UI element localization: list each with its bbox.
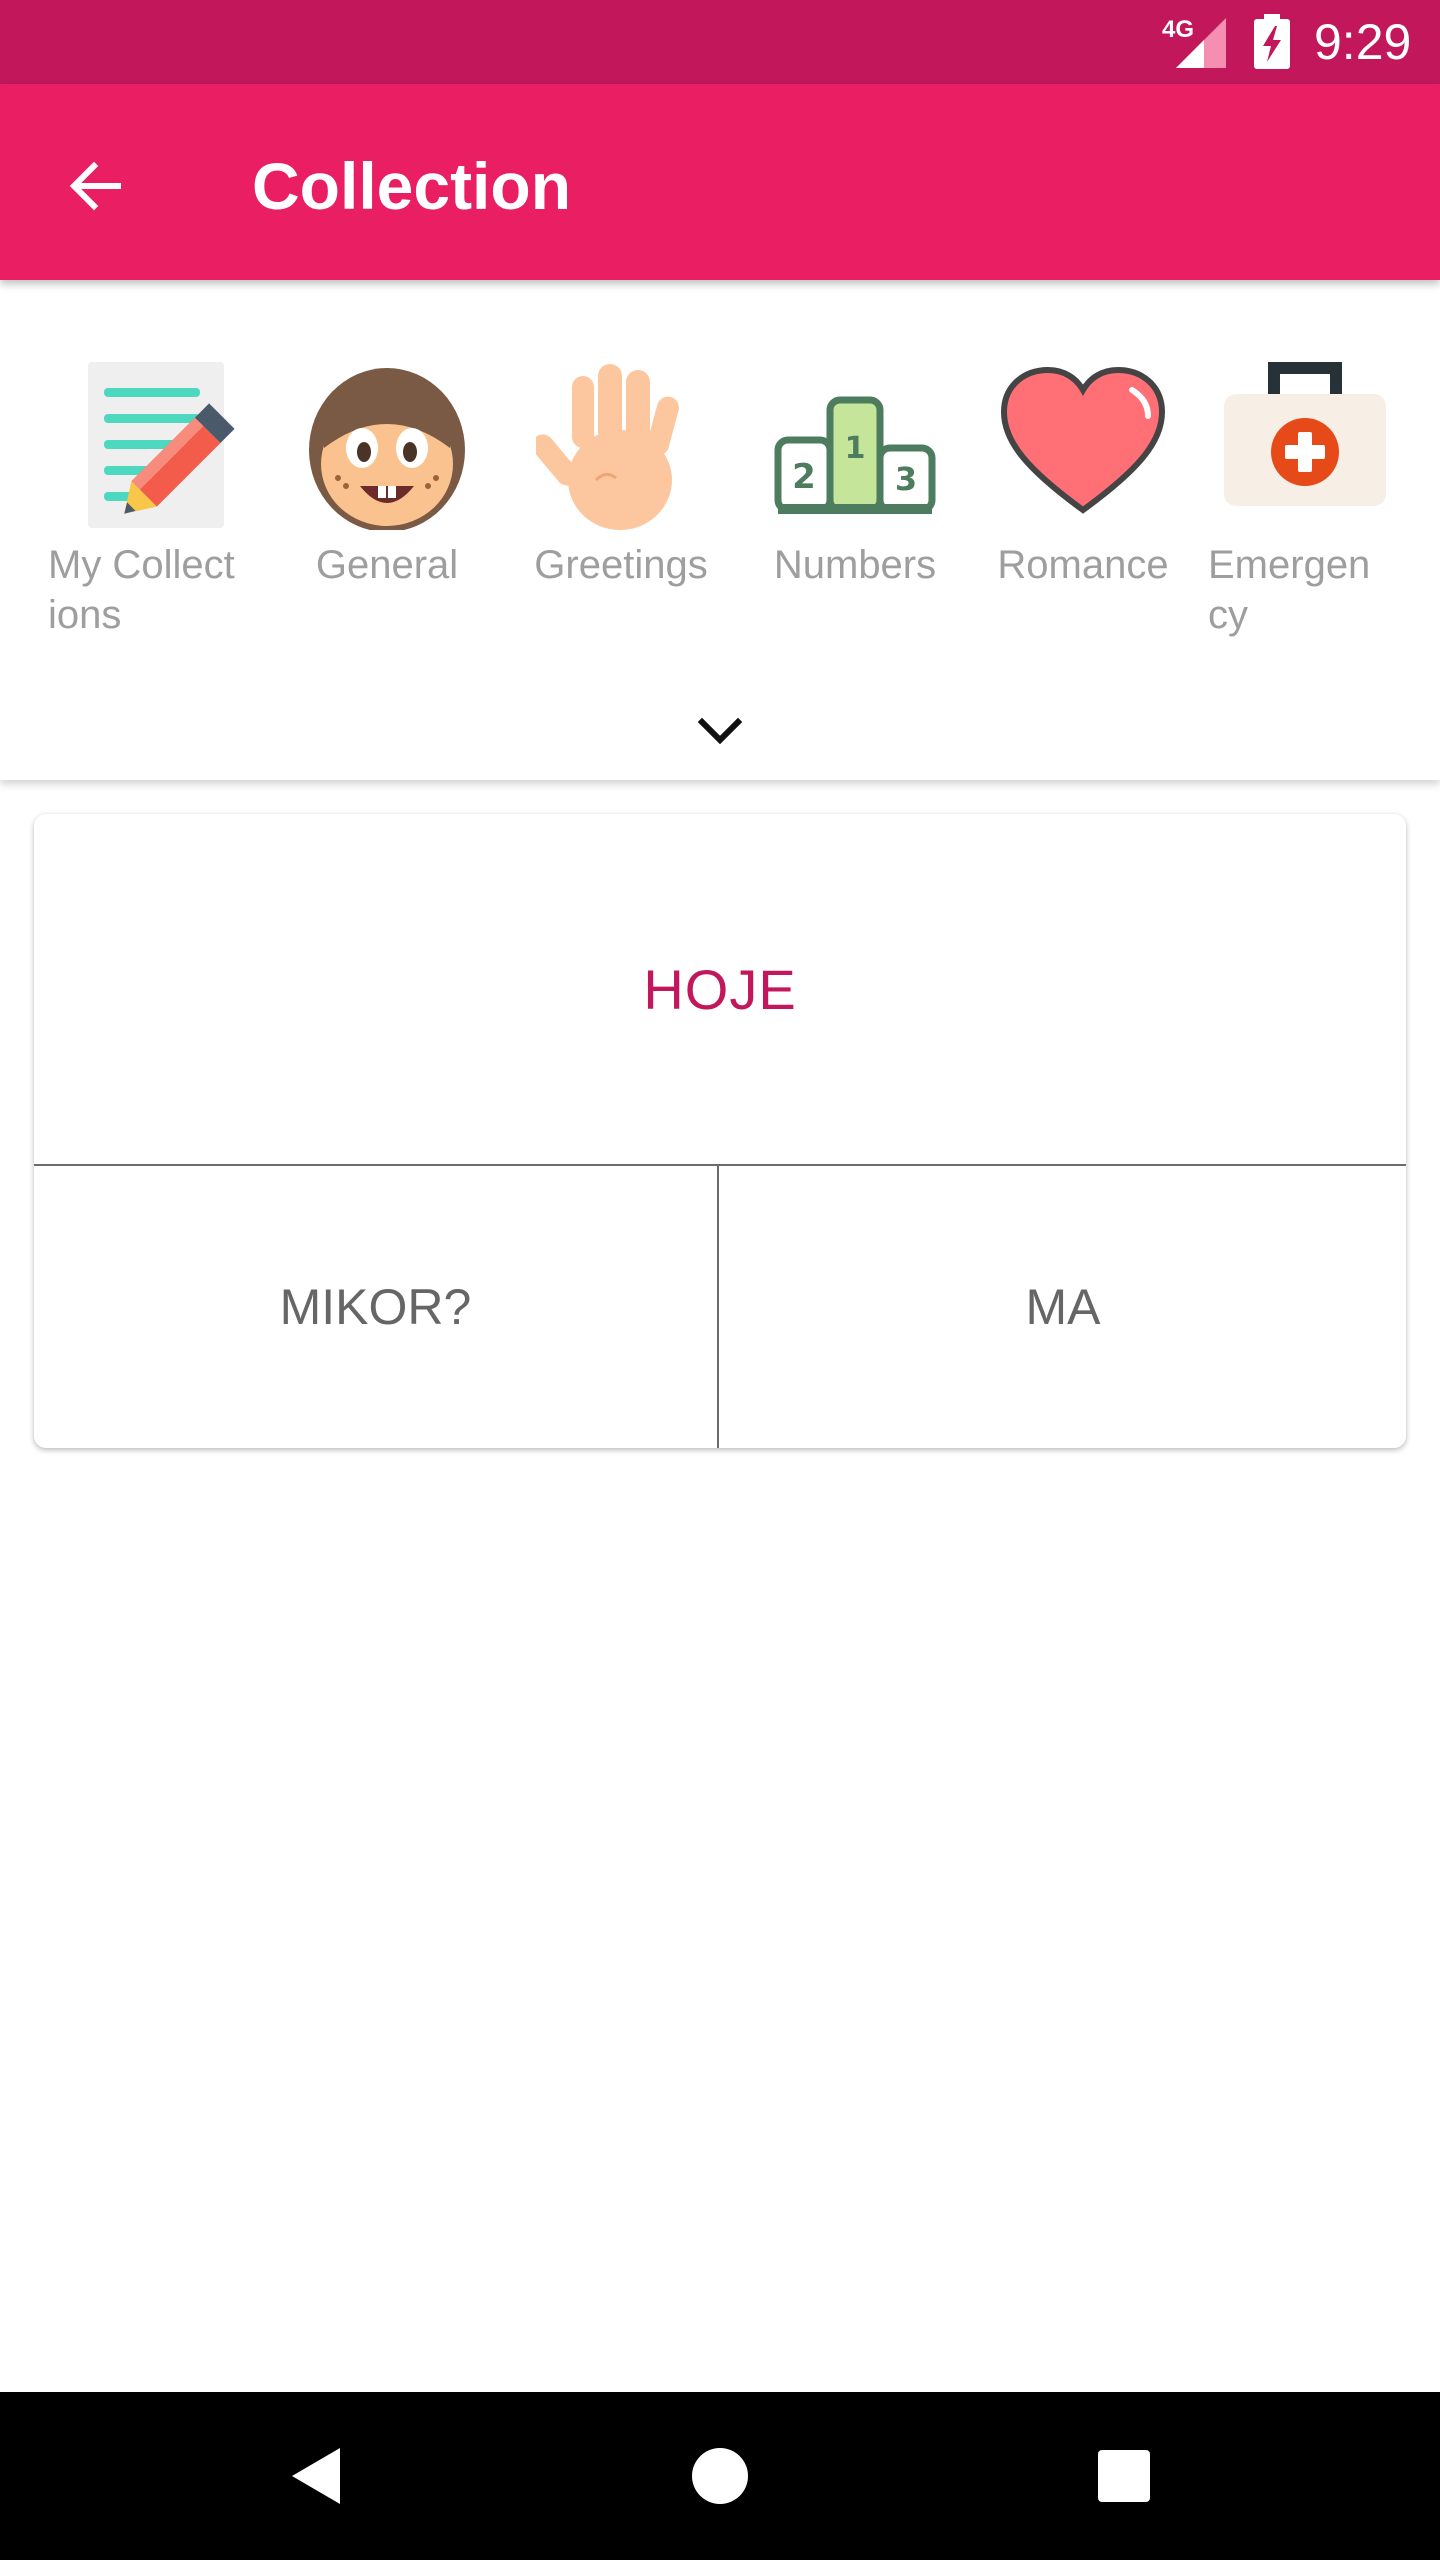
app-bar: Collection xyxy=(0,84,1440,280)
battery-charging-icon xyxy=(1252,14,1292,70)
first-aid-kit-icon xyxy=(1224,362,1386,506)
category-label: Greetings xyxy=(534,543,708,587)
page-title: Collection xyxy=(252,149,572,223)
recents-square-icon xyxy=(1098,2450,1150,2502)
category-romance[interactable]: Romance xyxy=(978,360,1188,660)
answer-option[interactable]: MA xyxy=(720,1166,1406,1448)
category-label: Numbers xyxy=(773,543,937,587)
face-icon xyxy=(309,368,465,530)
signal-icon: 4G xyxy=(1162,14,1228,70)
category-label: Emergen cy xyxy=(1208,543,1371,637)
back-button[interactable] xyxy=(48,138,144,234)
nav-home-button[interactable] xyxy=(670,2426,770,2526)
category-numbers[interactable]: 2 1 3 Numbers xyxy=(750,360,960,660)
nav-recents-button[interactable] xyxy=(1074,2426,1174,2526)
category-label: My Collect ions xyxy=(48,543,235,637)
category-my-collections[interactable]: My Collect ions xyxy=(48,360,258,660)
podium-icon: 2 1 3 xyxy=(774,396,936,514)
answer-option-label: MA xyxy=(1025,1279,1101,1335)
svg-text:1: 1 xyxy=(845,431,866,466)
heart-icon xyxy=(1000,366,1166,514)
arrow-left-icon xyxy=(69,161,121,211)
category-general[interactable]: General xyxy=(282,360,492,660)
category-emergency[interactable]: Emergen cy xyxy=(1200,360,1410,660)
hand-icon xyxy=(536,364,679,530)
chevron-down-icon xyxy=(697,717,743,745)
clock: 9:29 xyxy=(1314,14,1412,70)
quiz-card: HOJE MIKOR? MA xyxy=(34,814,1406,1448)
system-nav-bar xyxy=(0,2392,1440,2560)
back-triangle-icon xyxy=(292,2448,340,2504)
svg-text:2: 2 xyxy=(792,457,816,497)
home-circle-icon xyxy=(692,2448,748,2504)
svg-text:3: 3 xyxy=(895,460,917,498)
category-label: General xyxy=(315,543,459,587)
status-bar: 4G 9:29 xyxy=(0,0,1440,84)
expand-categories-button[interactable] xyxy=(690,700,750,760)
answer-option[interactable]: MIKOR? xyxy=(34,1166,719,1448)
prompt-word: HOJE xyxy=(643,957,797,1021)
category-label: Romance xyxy=(997,543,1169,587)
notepad-pencil-icon xyxy=(88,362,235,528)
category-strip: My Collect ions General Greetings 2 1 3 … xyxy=(0,280,1440,780)
answer-option-label: MIKOR? xyxy=(279,1279,472,1335)
category-greetings[interactable]: Greetings xyxy=(516,360,726,660)
nav-back-button[interactable] xyxy=(266,2426,366,2526)
prompt-panel: HOJE xyxy=(34,814,1406,1166)
